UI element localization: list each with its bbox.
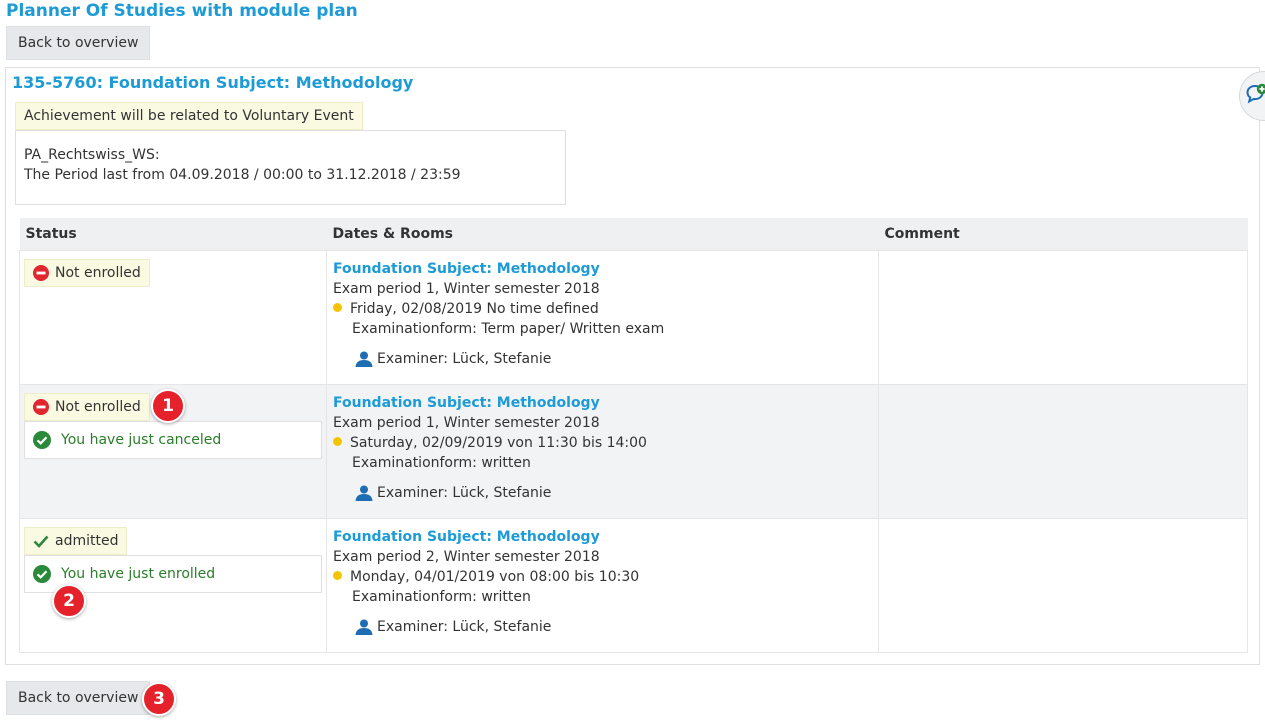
- yellow-dot-icon: [333, 302, 342, 312]
- no-entry-icon: [33, 264, 49, 281]
- voluntary-event-notice: Achievement will be related to Voluntary…: [15, 102, 363, 130]
- status-badge-not-enrolled: Not enrolled: [24, 258, 150, 287]
- checkmark-icon: [33, 533, 49, 549]
- status-badge-admitted: admitted: [24, 526, 128, 555]
- annotation-badge-2: 2: [52, 584, 86, 618]
- person-icon: [355, 619, 373, 635]
- annotation-badge-1: 1: [151, 389, 185, 423]
- table-row: Not enrolled Foundation Subject: Methodo…: [19, 249, 1248, 385]
- exam-period: Exam period 1, Winter semester 2018: [333, 414, 600, 431]
- comment-cell: [878, 249, 1248, 385]
- exam-date: Friday, 02/08/2019 No time defined: [350, 300, 599, 317]
- module-title[interactable]: 135-5760: Foundation Subject: Methodolog…: [12, 73, 413, 93]
- column-header-status: Status: [19, 218, 327, 250]
- status-cell: Not enrolled: [19, 249, 327, 385]
- comment-cell: [878, 517, 1248, 653]
- examiner-name: Examiner: Lück, Stefanie: [377, 484, 552, 501]
- status-badge-not-enrolled: Not enrolled: [24, 392, 150, 421]
- chat-plus-icon: [1246, 83, 1265, 109]
- check-circle-icon: [33, 430, 51, 449]
- exam-title-link[interactable]: Foundation Subject: Methodology: [333, 529, 600, 545]
- table-row: admitted You have just enrolled Foundati…: [19, 517, 1248, 653]
- annotation-badge-3: 3: [142, 682, 176, 716]
- examiner-name: Examiner: Lück, Stefanie: [377, 350, 552, 367]
- cancel-confirmation-message: You have just canceled: [24, 420, 322, 459]
- yellow-dot-icon: [333, 570, 342, 580]
- dates-cell: Foundation Subject: Methodology Exam per…: [326, 517, 879, 653]
- status-text: Not enrolled: [55, 398, 141, 415]
- status-text: Not enrolled: [55, 264, 141, 281]
- no-entry-icon: [33, 398, 49, 415]
- back-to-overview-button-bottom[interactable]: Back to overview: [6, 681, 151, 715]
- page-title: Planner Of Studies with module plan: [6, 1, 358, 21]
- back-to-overview-button-top[interactable]: Back to overview: [6, 26, 151, 60]
- exam-period: Exam period 2, Winter semester 2018: [333, 548, 600, 565]
- exam-table: Status Dates & Rooms Comment Not enrolle…: [19, 218, 1248, 653]
- period-name: PA_Rechtswiss_WS:: [24, 147, 160, 163]
- person-icon: [355, 485, 373, 501]
- dates-cell: Foundation Subject: Methodology Exam per…: [326, 383, 879, 519]
- exam-date: Monday, 04/01/2019 von 08:00 bis 10:30: [350, 568, 640, 585]
- message-text: You have just canceled: [61, 431, 222, 448]
- exam-date: Saturday, 02/09/2019 von 11:30 bis 14:00: [350, 434, 647, 451]
- comment-cell: [878, 383, 1248, 519]
- exam-title-link[interactable]: Foundation Subject: Methodology: [333, 261, 600, 277]
- message-text: You have just enrolled: [61, 565, 216, 582]
- table-row: Not enrolled You have just canceled Foun…: [19, 383, 1248, 519]
- check-circle-icon: [33, 564, 51, 583]
- examiner-name: Examiner: Lück, Stefanie: [377, 618, 552, 635]
- exam-form: Examinationform: Term paper/ Written exa…: [352, 320, 665, 337]
- yellow-dot-icon: [333, 436, 342, 446]
- status-text: admitted: [55, 532, 119, 549]
- module-panel: 135-5760: Foundation Subject: Methodolog…: [5, 67, 1260, 665]
- period-text: The Period last from 04.09.2018 / 00:00 …: [24, 167, 461, 183]
- exam-period: Exam period 1, Winter semester 2018: [333, 280, 600, 297]
- dates-cell: Foundation Subject: Methodology Exam per…: [326, 249, 879, 385]
- table-header-row: Status Dates & Rooms Comment: [19, 218, 1248, 250]
- exam-form: Examinationform: written: [352, 454, 531, 471]
- column-header-comment: Comment: [878, 218, 1248, 250]
- person-icon: [355, 351, 373, 367]
- exam-title-link[interactable]: Foundation Subject: Methodology: [333, 395, 600, 411]
- column-header-dates: Dates & Rooms: [326, 218, 879, 250]
- period-info-box: PA_Rechtswiss_WS: The Period last from 0…: [15, 130, 566, 205]
- exam-form: Examinationform: written: [352, 588, 531, 605]
